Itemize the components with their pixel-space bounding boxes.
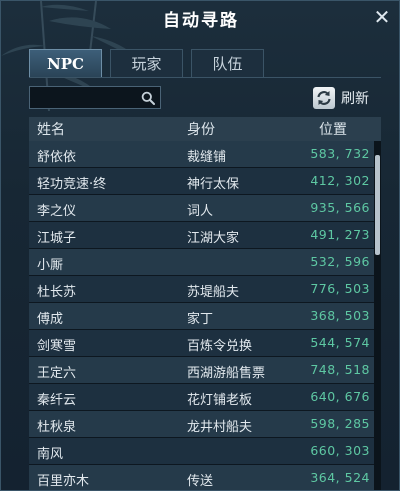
table-row[interactable]: 王定六 西湖游船售票 748, 518 — [29, 357, 374, 384]
npc-title: 江湖大家 — [187, 231, 240, 246]
table-row[interactable]: 百里亦木 传送 364, 524 — [29, 465, 374, 490]
npc-name: 南风 — [37, 447, 64, 462]
tab-npc[interactable]: NPC — [29, 49, 102, 77]
npc-title: 百炼令兑换 — [187, 339, 253, 354]
refresh-button[interactable]: 刷新 — [313, 86, 369, 110]
table-row[interactable]: 杜长苏 苏堤船夫 776, 503 — [29, 276, 374, 303]
close-icon[interactable]: ✕ — [371, 6, 393, 28]
window-title: 自动寻路 — [163, 10, 239, 31]
search-box — [29, 86, 161, 109]
npc-position: 748, 518 — [310, 362, 370, 377]
npc-name: 剑寒雪 — [37, 339, 77, 354]
npc-title: 西湖游船售票 — [187, 366, 266, 381]
npc-title: 苏堤船夫 — [187, 285, 240, 300]
npc-position: 598, 285 — [310, 416, 370, 431]
npc-position: 776, 503 — [310, 281, 370, 296]
npc-position: 640, 676 — [310, 389, 370, 404]
npc-name: 江城子 — [37, 231, 77, 246]
auto-pathfinding-window: 自动寻路 ✕ NPC 玩家 队伍 刷新 姓名 身份 位置 舒依依 裁缝铺 583… — [0, 0, 400, 491]
npc-name: 李之仪 — [37, 204, 77, 219]
npc-title: 词人 — [187, 204, 214, 219]
npc-list: 舒依依 裁缝铺 583, 732 轻功竞速·终 神行太保 412, 302 李之… — [29, 141, 374, 490]
tab-divider — [29, 77, 381, 78]
npc-name: 轻功竞速·终 — [37, 177, 107, 192]
header-name: 姓名 — [37, 122, 65, 138]
npc-name: 傅成 — [37, 312, 64, 327]
npc-title: 家丁 — [187, 312, 214, 327]
npc-position: 544, 574 — [310, 335, 370, 350]
table-row[interactable]: 傅成 家丁 368, 503 — [29, 303, 374, 330]
tab-bar: NPC 玩家 队伍 — [29, 49, 264, 77]
npc-title: 裁缝铺 — [187, 150, 227, 165]
table-row[interactable]: 轻功竞速·终 神行太保 412, 302 — [29, 168, 374, 195]
table-row[interactable]: 江城子 江湖大家 491, 273 — [29, 222, 374, 249]
search-icon[interactable] — [141, 91, 155, 105]
npc-position: 660, 303 — [310, 443, 370, 458]
npc-title: 神行太保 — [187, 177, 240, 192]
refresh-icon[interactable] — [313, 87, 335, 109]
table-row[interactable]: 剑寒雪 百炼令兑换 544, 574 — [29, 330, 374, 357]
table-row[interactable]: 南风 660, 303 — [29, 438, 374, 465]
npc-name: 小厮 — [37, 258, 64, 273]
npc-name: 杜长苏 — [37, 285, 77, 300]
npc-title: 龙井村船夫 — [187, 420, 253, 435]
tab-team[interactable]: 队伍 — [191, 49, 264, 77]
npc-position: 368, 503 — [310, 308, 370, 323]
npc-title: 传送 — [187, 474, 214, 489]
npc-name: 百里亦木 — [37, 474, 90, 489]
npc-position: 532, 596 — [310, 254, 370, 269]
npc-name: 王定六 — [37, 366, 77, 381]
table-header: 姓名 身份 位置 — [29, 117, 381, 141]
list-scrollbar[interactable] — [374, 141, 381, 490]
header-title: 身份 — [187, 122, 215, 138]
header-position: 位置 — [319, 122, 347, 138]
npc-position: 583, 732 — [310, 146, 370, 161]
npc-name: 杜秋泉 — [37, 420, 77, 435]
table-row[interactable]: 李之仪 词人 935, 566 — [29, 195, 374, 222]
title-bar: 自动寻路 — [1, 1, 399, 35]
npc-position: 491, 273 — [310, 227, 370, 242]
search-input[interactable] — [34, 89, 138, 106]
npc-position: 364, 524 — [310, 470, 370, 485]
table-row[interactable]: 小厮 532, 596 — [29, 249, 374, 276]
npc-name: 舒依依 — [37, 150, 77, 165]
npc-name: 秦纤云 — [37, 393, 77, 408]
table-row[interactable]: 秦纤云 花灯铺老板 640, 676 — [29, 384, 374, 411]
table-row[interactable]: 舒依依 裁缝铺 583, 732 — [29, 141, 374, 168]
scrollbar-thumb[interactable] — [375, 155, 380, 255]
npc-title: 花灯铺老板 — [187, 393, 253, 408]
npc-position: 412, 302 — [310, 173, 370, 188]
refresh-label: 刷新 — [341, 91, 369, 107]
table-row[interactable]: 杜秋泉 龙井村船夫 598, 285 — [29, 411, 374, 438]
tab-players[interactable]: 玩家 — [110, 49, 183, 77]
npc-position: 935, 566 — [310, 200, 370, 215]
